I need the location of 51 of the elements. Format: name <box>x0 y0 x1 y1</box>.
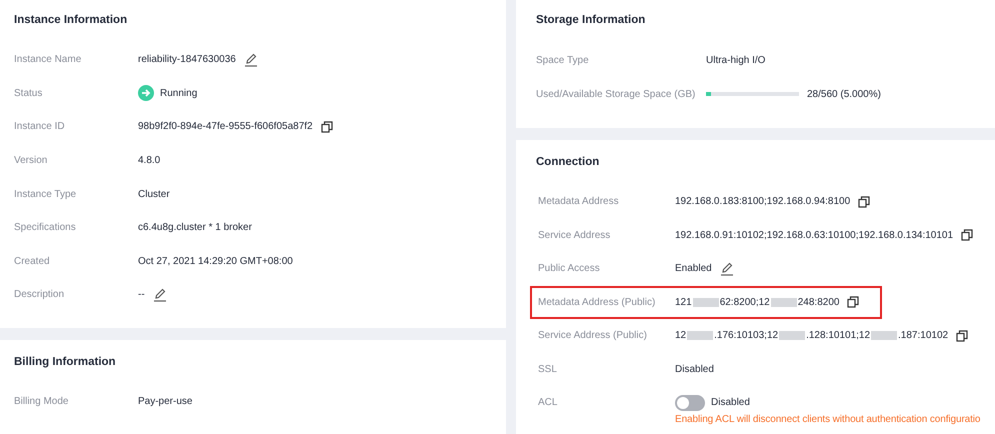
field-label: Space Type <box>536 54 590 66</box>
field-label: Public Access <box>538 263 601 274</box>
edit-icon[interactable] <box>152 288 167 302</box>
field-label: Instance Name <box>14 54 82 66</box>
copy-icon[interactable] <box>961 229 974 242</box>
field-value: 192.168.0.183:8100;192.168.0.94:8100 <box>675 196 850 208</box>
copy-icon[interactable] <box>956 330 968 342</box>
section-title: Storage Information <box>536 14 646 26</box>
field-label: Metadata Address <box>538 196 620 208</box>
field-value: Cluster <box>138 188 170 200</box>
copy-icon[interactable] <box>858 196 870 208</box>
running-status-icon <box>138 85 154 102</box>
field-value: Ultra-high I/O <box>706 54 766 66</box>
field-label: Specifications <box>14 222 77 234</box>
field-value: Pay-per-use <box>138 396 192 408</box>
section-title: Instance Information <box>14 14 128 26</box>
field-label: Status <box>14 88 44 99</box>
field-value: 12 .176:10103;12 .128:10101;12 .187:10102 <box>675 330 948 342</box>
field-value: 121 62:8200;12 248:8200 <box>675 296 840 308</box>
warning-note: Enabling ACL will disconnect clients without authentication configuratio <box>675 414 982 424</box>
field-value: 98b9f2f0-894e-47fe-9555-f606f05a87f2 <box>138 121 313 132</box>
field-value: c6.4u8g.cluster * 1 broker <box>138 222 252 234</box>
field-value: Running <box>160 88 198 99</box>
field-label: SSL <box>538 364 558 375</box>
field-value: reliability-1847630036 <box>138 54 236 66</box>
field-label: Service Address <box>538 230 612 241</box>
field-label: Instance Type <box>14 188 78 200</box>
field-value: -- <box>138 289 145 300</box>
field-value: Disabled <box>711 397 750 408</box>
field-label: Service Address (Public) <box>538 330 648 342</box>
field-value: 4.8.0 <box>138 155 160 166</box>
section-title: Billing Information <box>14 356 117 368</box>
field-label: Description <box>14 289 66 300</box>
edit-icon[interactable] <box>720 262 734 276</box>
field-label: Created <box>14 256 51 267</box>
copy-icon[interactable] <box>320 120 333 133</box>
section-title: Connection <box>536 156 600 168</box>
field-value: 192.168.0.91:10102;192.168.0.63:10100;192.168.0.134:10101 <box>675 230 954 241</box>
field-value: Oct 27, 2021 14:29:20 GMT+08:00 <box>138 256 293 267</box>
copy-icon[interactable] <box>847 296 860 308</box>
field-value: Enabled <box>675 263 712 274</box>
field-label: Billing Mode <box>14 396 70 408</box>
field-value: Disabled <box>675 364 714 375</box>
field-label: Version <box>14 155 48 166</box>
field-label: Used/Available Storage Space (GB) <box>536 88 696 100</box>
edit-icon[interactable] <box>244 52 258 67</box>
field-label: ACL <box>538 397 558 408</box>
toggle-switch[interactable] <box>675 394 705 411</box>
field-value: 28/560 (5.000%) <box>807 88 881 100</box>
field-label: Metadata Address (Public) <box>538 296 656 308</box>
field-label: Instance ID <box>14 121 66 132</box>
